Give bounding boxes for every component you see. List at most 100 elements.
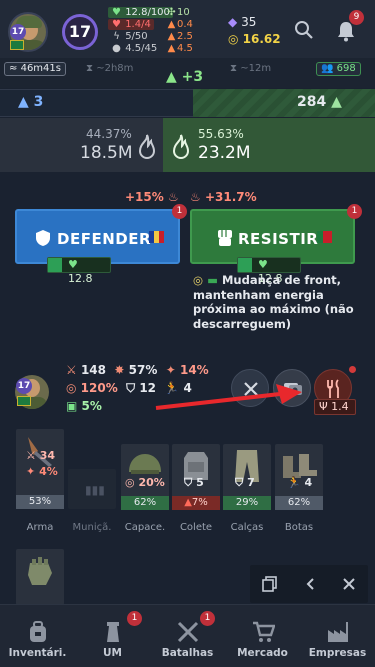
- equip-weapon[interactable]: ⚔ 34 ✦ 4% 53%: [16, 429, 64, 509]
- regen-stat: ✣10: [167, 7, 190, 18]
- level-badge[interactable]: 17: [62, 14, 98, 50]
- fire-icon: ▲: [167, 43, 176, 54]
- right-wall: 284 ▲: [297, 94, 342, 110]
- crit-damage-icon: ✦: [26, 465, 36, 478]
- nav-um[interactable]: 1 UM: [75, 604, 150, 667]
- hourglass-icon: ⧗: [230, 63, 238, 74]
- sword-icon: ⚔: [26, 449, 36, 462]
- defend-health: ♥ 12.8: [47, 257, 111, 285]
- heart-icon: ♥: [68, 258, 78, 271]
- gems-counter[interactable]: ◆ 35: [228, 15, 256, 29]
- gloves-icon: [28, 557, 52, 585]
- resist-health: ♥ 12.8: [237, 257, 301, 285]
- attack-stats: ⚔ 148 ✸ 57% ✦ 14%: [66, 363, 209, 377]
- equip-label: Capace.: [124, 522, 166, 533]
- fire-icon: ▲: [167, 31, 176, 42]
- flag-icon: [17, 396, 31, 406]
- defender-boost: +15% ♨: [125, 190, 179, 204]
- nav-market[interactable]: Mercado: [225, 604, 300, 667]
- timer-pill[interactable]: ≈ 46m41s: [4, 62, 66, 76]
- nav-battles[interactable]: 1 Batalhas: [150, 604, 225, 667]
- defend-badge: 1: [172, 204, 187, 219]
- durability: 62%: [121, 496, 169, 510]
- battle-bar-right: [193, 89, 375, 117]
- defender-damage: 18.5M: [80, 143, 133, 163]
- food-value: Ψ 1.4: [314, 399, 356, 415]
- energy-stat[interactable]: ϟ 5/50: [108, 31, 151, 42]
- rank-icon: ≈: [9, 63, 18, 74]
- resist-boost: ♨ +31.7%: [190, 190, 257, 204]
- player-level-badge: 17: [16, 378, 32, 394]
- coin-icon: ◎: [228, 32, 239, 46]
- notification-badge: 9: [349, 10, 364, 25]
- copy-icon[interactable]: [262, 576, 278, 592]
- resist-button[interactable]: RESISTIR: [190, 209, 355, 264]
- nav-companies[interactable]: Empresas: [300, 604, 375, 667]
- shield-icon: ⛉: [235, 476, 244, 489]
- precision-icon: ◎: [125, 476, 135, 489]
- mountain-icon: ▲: [166, 69, 177, 85]
- equip-label: Muniçã.: [72, 522, 112, 533]
- fire-icon: [138, 134, 156, 159]
- shield-icon: [36, 230, 50, 246]
- fire-icon: ♨: [190, 190, 201, 204]
- gem-icon: ◆: [228, 15, 238, 29]
- shield-icon: ⛉: [126, 381, 136, 395]
- resist-percent: 55.63%: [198, 127, 244, 141]
- equip-label: Colete: [179, 522, 213, 533]
- loss-rate-stat: ▲ 0.4: [167, 19, 193, 30]
- chevron-left-icon[interactable]: [305, 577, 315, 591]
- fire-icon: [172, 134, 190, 159]
- heart-icon: ♥: [112, 7, 121, 18]
- hourglass-timer: ⧗ ~2h8m: [86, 63, 134, 74]
- equip-pants[interactable]: ⛉ 7 29%: [223, 444, 271, 510]
- durability: ▲7%: [172, 496, 220, 510]
- equip-helmet[interactable]: ◎ 20% 62%: [121, 444, 169, 510]
- durability: 29%: [223, 496, 271, 510]
- resist-badge: 1: [347, 204, 362, 219]
- nav-badge: 1: [127, 611, 142, 626]
- hourglass-timer-2: ⧗ ~12m: [230, 63, 272, 74]
- flag-icon: ▬: [207, 273, 218, 287]
- luck-stat[interactable]: ● 4.5/45: [108, 43, 160, 54]
- gold-counter[interactable]: ◎ 16.62: [228, 32, 281, 46]
- equip-label: Calças: [230, 522, 264, 533]
- precision-icon: ◎: [66, 381, 77, 395]
- alert-dot: [349, 366, 356, 373]
- fire-icon: ▲: [167, 19, 176, 30]
- luck-rate-stat: ▲ 4.5: [167, 43, 193, 54]
- health-loss-stat[interactable]: ♥ 1.4/4: [108, 19, 154, 30]
- close-icon[interactable]: [342, 577, 356, 591]
- defend-button[interactable]: DEFENDER: [15, 209, 180, 264]
- flag-icon: [10, 40, 24, 50]
- avatar-level-badge: 17: [10, 24, 26, 40]
- nav-inventory[interactable]: Inventári.: [0, 604, 75, 667]
- ammo-icon: ▮▮▮: [85, 483, 105, 497]
- mountain-icon: ▲: [18, 94, 29, 110]
- fork-knife-icon: Ψ: [319, 400, 328, 413]
- search-icon[interactable]: [294, 20, 314, 40]
- durability: 62%: [275, 496, 323, 510]
- bulb-icon: ●: [112, 43, 121, 54]
- cart-icon: [253, 621, 275, 642]
- nav-badge: 1: [200, 611, 215, 626]
- fork-knife-icon: [327, 379, 339, 398]
- crit-damage-icon: ✦: [165, 363, 176, 377]
- broken-heart-icon: ♥: [112, 19, 121, 30]
- equip-boots[interactable]: 🏃 4 62%: [275, 444, 323, 510]
- durability: 53%: [16, 495, 64, 509]
- equip-ammo[interactable]: ▮▮▮: [68, 469, 116, 509]
- equip-label: Arma: [26, 522, 54, 533]
- equip-gloves[interactable]: [16, 549, 64, 605]
- hourglass-icon: ⧗: [86, 63, 94, 74]
- mountain-icon: ▲: [331, 94, 342, 110]
- backpack-icon: [30, 621, 46, 642]
- equip-vest[interactable]: ⛉ 5 ▲7%: [172, 444, 220, 510]
- factory-icon: [328, 622, 348, 642]
- people-count[interactable]: 👥 698: [316, 62, 361, 76]
- health-stat[interactable]: ♥ 12.8/100: [108, 7, 173, 18]
- fist-icon: [218, 230, 232, 246]
- fire-icon: ♨: [167, 190, 179, 204]
- arrow-annotation: [155, 384, 302, 410]
- tower-icon: [107, 622, 119, 642]
